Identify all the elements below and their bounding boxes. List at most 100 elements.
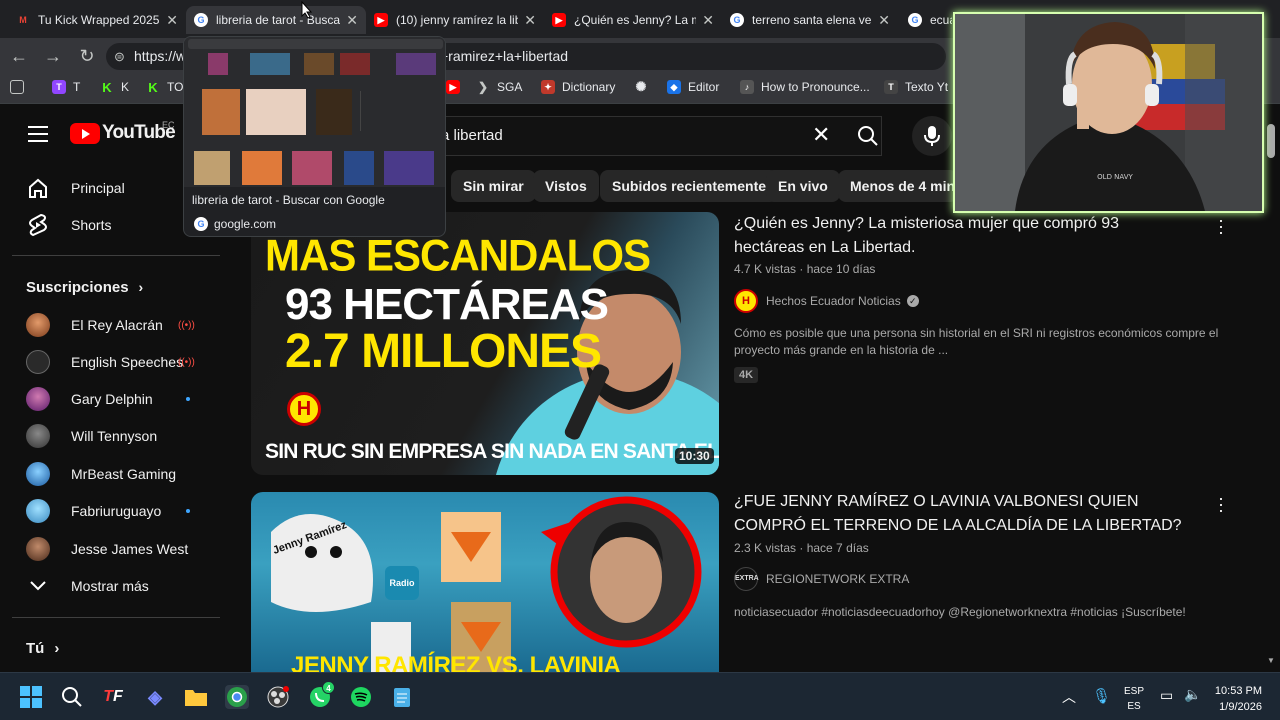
- tab-ecua[interactable]: G ecua: [900, 6, 960, 34]
- page-scrollbar[interactable]: ▼: [1266, 104, 1280, 672]
- close-icon[interactable]: ✕: [702, 12, 714, 29]
- tab-jenny-ramirez[interactable]: ▶ (10) jenny ramírez la liber ✕: [366, 6, 544, 34]
- chip-menos-de-4-minutos[interactable]: Menos de 4 minut: [838, 170, 958, 202]
- video-thumbnail[interactable]: Radio Jenny Ramírez JENNY RAMÍREZ VS. LA…: [251, 492, 719, 672]
- windows-taskbar: TF ◈ 4 ︿ 🎙 ESP ES ▭ 🔈 10:53 PM 1/9/2026: [0, 672, 1280, 720]
- scrollbar-thumb[interactable]: [1267, 124, 1275, 158]
- view-count: 4.7 K vistas: [734, 262, 797, 276]
- volume-icon[interactable]: 🔈: [1184, 686, 1201, 703]
- chrome-icon[interactable]: [225, 685, 249, 709]
- more-options-icon[interactable]: · · ·: [1216, 489, 1226, 519]
- bookmark-twitch[interactable]: TT: [52, 80, 80, 94]
- chevron-up-icon[interactable]: ︿: [1062, 687, 1076, 707]
- tab-libreria-tarot[interactable]: G libreria de tarot - Buscar c ✕: [186, 6, 366, 34]
- google-icon: G: [908, 13, 922, 27]
- thumbnail-text-line: Radio: [385, 566, 419, 600]
- video-title[interactable]: ¿Quién es Jenny? La misteriosa mujer que…: [734, 212, 1184, 260]
- search-icon: [858, 126, 878, 146]
- sidebar-you-header[interactable]: Tú ›: [0, 630, 220, 666]
- back-arrow-icon[interactable]: ←: [8, 46, 30, 67]
- avatar: [26, 313, 50, 337]
- menu-icon[interactable]: [28, 126, 48, 142]
- sidebar-item-label: Gary Delphin: [71, 391, 153, 407]
- view-count: 2.3 K vistas: [734, 541, 797, 555]
- sidebar-item-subscription[interactable]: Fabriuruguayo: [0, 493, 220, 529]
- video-title[interactable]: ¿FUE JENNY RAMÍREZ O LAVINIA VALBONESI Q…: [734, 490, 1184, 538]
- bookmark-kick[interactable]: KK: [100, 80, 129, 95]
- tf-app-icon[interactable]: TF: [101, 685, 125, 709]
- microphone-icon[interactable]: 🎙: [1092, 687, 1111, 705]
- tab-terreno-santa-elena[interactable]: G terreno santa elena venta ✕: [722, 6, 898, 34]
- bookmark-texto-yt[interactable]: T Texto Yt: [884, 80, 948, 94]
- tab-preview-image: [184, 37, 445, 187]
- system-clock[interactable]: 10:53 PM 1/9/2026: [1210, 683, 1262, 715]
- tab-title: ¿Quién es Jenny? La miste: [574, 13, 696, 27]
- avatar: [26, 424, 50, 448]
- sidebar-item-subscription[interactable]: Jesse James West: [0, 531, 220, 567]
- app-icon[interactable]: ◈: [143, 685, 167, 709]
- chip-subidos-recientemente[interactable]: Subidos recientemente: [600, 170, 779, 202]
- sidebar-item-subscription[interactable]: Will Tennyson: [0, 418, 220, 454]
- bookmark-dictionary[interactable]: ✦ Dictionary: [541, 80, 615, 94]
- channel-link[interactable]: H Hechos Ecuador Noticias ✓: [734, 289, 919, 313]
- search-icon[interactable]: [60, 685, 84, 709]
- chip-en-vivo[interactable]: En vivo: [766, 170, 840, 202]
- avatar: [26, 537, 50, 561]
- bookmark-pronounce[interactable]: ♪ How to Pronounce...: [740, 80, 870, 94]
- bookmark-generic[interactable]: [10, 80, 31, 94]
- more-options-icon[interactable]: · · ·: [1216, 211, 1226, 241]
- close-icon[interactable]: ✕: [166, 12, 178, 29]
- bookmark-editor[interactable]: ◆ Editor: [667, 80, 719, 94]
- spotify-icon[interactable]: [349, 685, 373, 709]
- bookmark-sga[interactable]: ❯ SGA: [476, 80, 522, 94]
- scroll-down-arrow-icon[interactable]: ▼: [1267, 656, 1275, 665]
- clear-search-icon[interactable]: ✕: [812, 122, 830, 148]
- sidebar-item-subscription[interactable]: El Rey Alacrán ((•)): [0, 307, 220, 343]
- forward-arrow-icon[interactable]: →: [42, 46, 64, 67]
- sidebar-item-label: Mostrar más: [71, 578, 149, 594]
- webcam-video-illustration: OLD NAVY: [955, 14, 1262, 211]
- site-info-icon[interactable]: ⊜: [114, 43, 125, 70]
- close-icon[interactable]: ✕: [346, 12, 358, 29]
- voice-search-button[interactable]: [912, 116, 952, 156]
- avatar: H: [734, 289, 758, 313]
- sidebar-item-subscription[interactable]: Gary Delphin: [0, 381, 220, 417]
- sidebar-show-more[interactable]: Mostrar más: [0, 568, 220, 604]
- language-indicator[interactable]: ESP ES: [1124, 684, 1144, 714]
- network-icon[interactable]: ▭: [1160, 687, 1173, 704]
- youtube-play-icon: [70, 122, 100, 144]
- windows-start-icon[interactable]: [19, 685, 43, 709]
- bookmark-youtube[interactable]: ▶: [446, 80, 467, 94]
- close-icon[interactable]: ✕: [524, 12, 536, 29]
- subscriptions-header[interactable]: Suscripciones ›: [0, 269, 220, 305]
- bookmark-openai[interactable]: ✺: [634, 79, 655, 94]
- reload-icon[interactable]: ↻: [76, 46, 98, 67]
- tab-quien-es-jenny[interactable]: ▶ ¿Quién es Jenny? La miste ✕: [544, 6, 722, 34]
- whatsapp-icon[interactable]: 4: [308, 681, 335, 709]
- chip-sin-mirar[interactable]: Sin mirar: [451, 170, 536, 202]
- file-explorer-icon[interactable]: [184, 685, 208, 709]
- youtube-logo[interactable]: YouTube EC: [70, 120, 176, 144]
- video-description: noticiasecuador #noticiasdeecuadorhoy @R…: [734, 605, 1186, 619]
- chevron-right-icon: ›: [138, 279, 144, 295]
- keyboard-layout: ES: [1127, 701, 1141, 712]
- close-icon[interactable]: ✕: [878, 12, 890, 29]
- tab-hover-preview: libreria de tarot - Buscar con Google G …: [183, 36, 446, 237]
- sidebar-item-subscription[interactable]: MrBeast Gaming: [0, 456, 220, 492]
- sidebar-item-subscription[interactable]: English Speeches ((•)): [0, 344, 220, 380]
- video-duration: 10:30: [675, 448, 714, 464]
- address-url-end: +ramirez+la+libertad: [440, 48, 569, 64]
- sidebar-item-label: Will Tennyson: [71, 428, 158, 444]
- notepad-icon[interactable]: [390, 685, 414, 709]
- search-button[interactable]: [843, 116, 893, 156]
- chip-vistos[interactable]: Vistos: [533, 170, 599, 202]
- thumbnail-text-line: 93 HECTÁREAS: [285, 280, 609, 329]
- video-thumbnail[interactable]: MAS ESCANDALOS 93 HECTÁREAS 2.7 MILLONES…: [251, 212, 719, 475]
- tab-kick-wrapped[interactable]: M Tu Kick Wrapped 2025 es ✕: [8, 6, 186, 34]
- video-metadata: 2.3 K vistas · hace 7 días: [734, 541, 869, 555]
- obs-icon[interactable]: [266, 685, 290, 709]
- bookmark-icon: [10, 80, 24, 94]
- sidebar-item-label: English Speeches: [71, 354, 184, 370]
- channel-name: REGIONETWORK EXTRA: [766, 572, 910, 586]
- channel-link[interactable]: EXTRA REGIONETWORK EXTRA: [734, 567, 909, 591]
